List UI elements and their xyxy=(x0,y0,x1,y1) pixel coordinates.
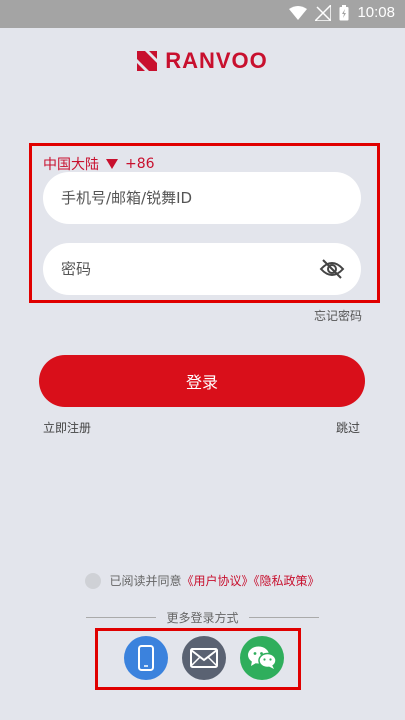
status-icons: 10:08 xyxy=(289,4,395,21)
dropdown-triangle-icon xyxy=(106,159,118,169)
wechat-icon xyxy=(248,646,277,669)
mail-icon xyxy=(190,648,218,668)
region-label: 中国大陆 xyxy=(43,157,99,173)
phone-icon xyxy=(138,645,154,671)
agreement-row: 已阅读并同意《用户协议》《隐私政策》 xyxy=(0,572,405,589)
battery-icon xyxy=(339,4,349,20)
divider-line-left xyxy=(86,617,157,618)
login-button[interactable]: 登录 xyxy=(39,355,365,407)
user-agreement-link[interactable]: 《用户协议》 xyxy=(181,574,253,588)
more-login-label: 更多登录方式 xyxy=(166,611,239,625)
region-selector[interactable]: 中国大陆 +86 xyxy=(43,154,155,174)
status-bar: 10:08 xyxy=(0,0,405,28)
email-login-button[interactable] xyxy=(182,636,226,680)
register-link[interactable]: 立即注册 xyxy=(43,419,91,436)
skip-link[interactable]: 跳过 xyxy=(336,419,360,436)
wechat-login-button[interactable] xyxy=(240,636,284,680)
agreement-checkbox[interactable] xyxy=(85,572,102,589)
password-field[interactable] xyxy=(43,243,361,295)
ranvoo-logo-icon xyxy=(137,51,158,71)
account-input[interactable] xyxy=(59,188,345,208)
brand-logo: RANVOO xyxy=(0,48,405,74)
account-field[interactable] xyxy=(43,172,361,224)
privacy-policy-link[interactable]: 《隐私政策》 xyxy=(254,574,320,588)
password-input[interactable] xyxy=(59,259,319,279)
wifi-icon xyxy=(289,5,308,20)
brand-name: RANVOO xyxy=(165,48,268,73)
country-code: +86 xyxy=(125,156,155,172)
divider-line-right xyxy=(248,617,319,618)
status-time: 10:08 xyxy=(357,4,395,21)
more-login-divider: 更多登录方式 xyxy=(0,609,405,626)
agreement-prefix: 已阅读并同意 xyxy=(109,574,182,588)
eye-off-icon[interactable] xyxy=(319,259,345,279)
no-signal-icon xyxy=(315,4,332,21)
phone-login-button[interactable] xyxy=(124,636,168,680)
forgot-password-link[interactable]: 忘记密码 xyxy=(314,307,362,324)
alt-login-options xyxy=(124,636,284,680)
